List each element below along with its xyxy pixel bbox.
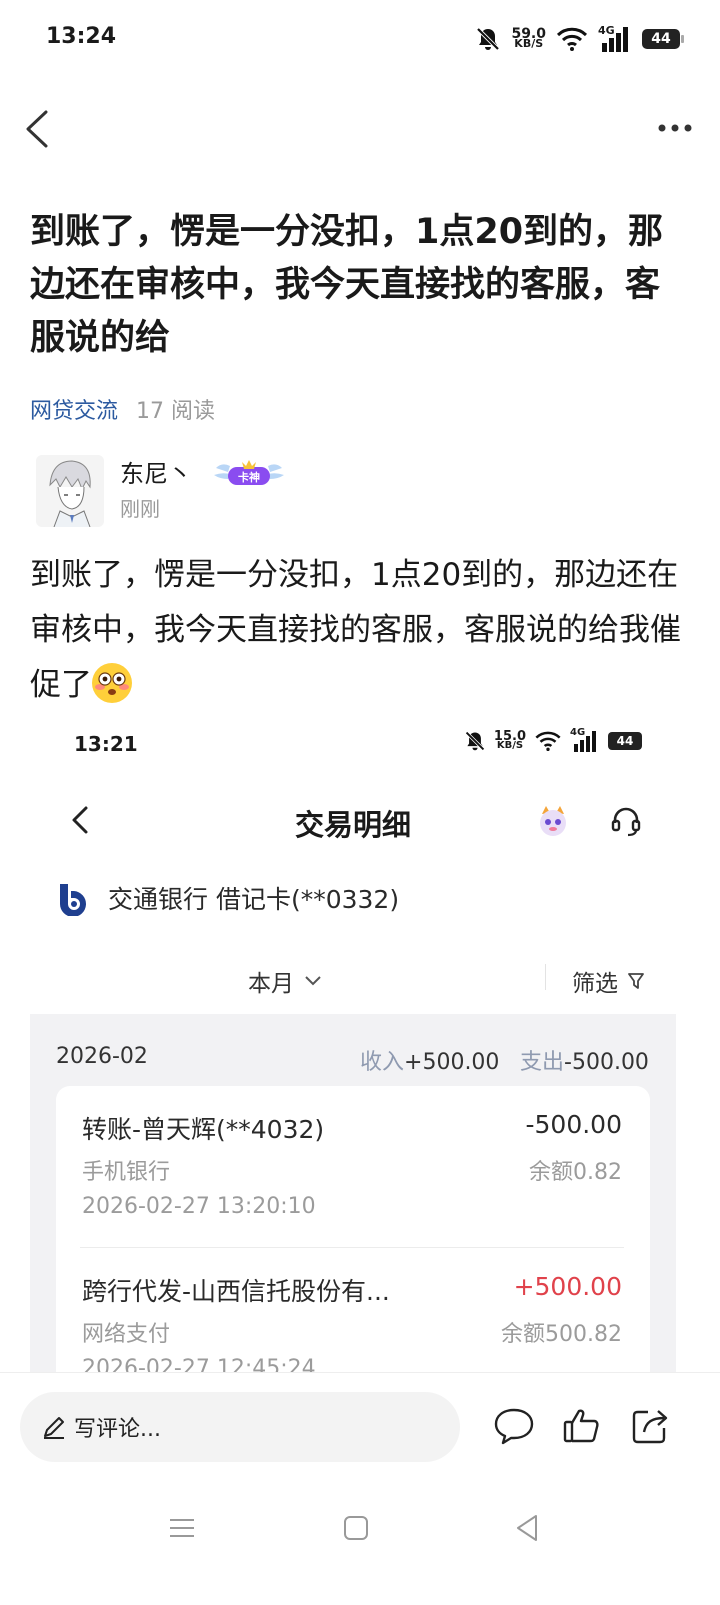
filter-label: 筛选 — [572, 971, 618, 997]
status-time: 13:24 — [46, 24, 117, 49]
filter-funnel-icon — [628, 973, 644, 989]
read-count: 17 阅读 — [136, 399, 216, 424]
shot-battery-icon: 44 — [608, 732, 642, 750]
tx1-title[interactable]: 转账-曾天辉(**4032) — [82, 1110, 324, 1146]
share-icon[interactable] — [628, 1404, 672, 1448]
tx1-balance: 余额0.82 — [529, 1160, 622, 1185]
income-label: 收入 — [360, 1050, 405, 1075]
expense-summary: 支出-500.00 — [520, 1044, 649, 1076]
mute-bell-icon — [477, 27, 500, 51]
net-speed-unit: KB/S — [514, 37, 544, 50]
tx2-channel: 网络支付 — [82, 1322, 171, 1347]
author-badge: 卡神 — [212, 458, 286, 488]
shot-cell-signal-icon: 4G — [570, 727, 600, 752]
avatar-illustration — [49, 460, 91, 527]
month-filter[interactable]: 本月 — [248, 964, 322, 998]
flushed-face-icon — [92, 663, 132, 703]
filter-button[interactable]: 筛选 — [572, 964, 644, 998]
filter-divider — [545, 964, 546, 990]
period-label: 2026-02 — [56, 1044, 148, 1069]
back-triangle-icon[interactable] — [508, 1508, 548, 1548]
tx1-datetime: 2026-02-27 13:20:10 — [82, 1194, 316, 1219]
pencil-icon — [44, 1417, 64, 1439]
month-filter-label: 本月 — [248, 971, 294, 997]
author-avatar[interactable] — [36, 455, 104, 527]
chevron-down-icon — [305, 976, 321, 986]
author-badge-label: 卡神 — [238, 471, 260, 484]
shot-status-time: 13:21 — [74, 732, 138, 756]
expense-label: 支出 — [520, 1050, 565, 1075]
battery-level: 44 — [651, 31, 671, 47]
wifi-icon — [556, 27, 588, 51]
menu-lines-icon[interactable] — [162, 1508, 202, 1548]
tx1-channel: 手机银行 — [82, 1160, 171, 1185]
customer-service-headset-icon[interactable] — [608, 804, 644, 840]
embedded-screenshot[interactable]: 13:21 15.0 KB/S 4G 44 交易明细 交通银行 借记卡(**03… — [30, 708, 676, 1372]
tx1-amount: -500.00 — [525, 1110, 623, 1139]
bank-card-row[interactable]: 交通银行 借记卡(**0332) — [54, 880, 399, 916]
shot-mute-bell-icon — [465, 731, 485, 751]
shot-net-speed-unit: KB/S — [496, 740, 524, 751]
net-speed: 59.0 KB/S — [511, 27, 546, 50]
back-chevron-icon[interactable] — [18, 106, 58, 152]
category-link[interactable]: 网贷交流 — [30, 399, 118, 424]
income-value: +500.00 — [404, 1050, 500, 1075]
cell-signal-icon: 4G — [598, 24, 632, 52]
post-time: 刚刚 — [120, 497, 160, 521]
shot-signal-type: 4G — [570, 727, 586, 738]
tx-divider — [80, 1247, 624, 1248]
tx2-balance: 余额500.82 — [501, 1322, 622, 1347]
income-summary: 收入+500.00 — [360, 1044, 499, 1076]
battery-icon: 44 — [642, 29, 684, 49]
mascot-icon[interactable] — [536, 804, 570, 838]
comment-input[interactable]: 写评论... — [20, 1392, 460, 1462]
home-square-icon[interactable] — [336, 1508, 376, 1548]
tx2-amount: +500.00 — [513, 1272, 622, 1301]
comment-placeholder: 写评论... — [74, 1417, 161, 1442]
signal-type: 4G — [598, 24, 615, 37]
like-thumb-icon[interactable] — [560, 1404, 604, 1448]
shot-status-icons: 15.0 KB/S 4G 44 — [464, 727, 642, 752]
status-icons: 59.0 KB/S 4G 44 — [475, 22, 684, 56]
shot-wifi-icon — [535, 731, 561, 751]
shot-net-speed: 15.0 KB/S — [494, 730, 526, 751]
more-options-icon[interactable] — [654, 112, 696, 142]
tx2-datetime: 2026-02-27 12:45:24 — [82, 1356, 316, 1372]
comment-bubble-icon[interactable] — [492, 1404, 536, 1448]
bank-logo-icon — [60, 884, 86, 916]
author-name[interactable]: 东尼丶 — [120, 454, 192, 489]
post-meta: 网贷交流 17 阅读 — [30, 393, 215, 425]
post-body: 到账了，愣是一分没扣，1点20到的，那边还在审核中，我今天直接找的客服，客服说的… — [30, 548, 690, 713]
expense-value: -500.00 — [564, 1050, 649, 1075]
shot-battery-level: 44 — [616, 734, 634, 748]
shot-page-title: 交易明细 — [294, 808, 411, 842]
bank-card-label: 交通银行 借记卡(**0332) — [108, 885, 400, 914]
post-title: 到账了，愣是一分没扣，1点20到的，那边还在审核中，我今天直接找的客服，客服说的… — [30, 212, 664, 358]
tx2-title[interactable]: 跨行代发-山西信托股份有... — [82, 1272, 390, 1308]
